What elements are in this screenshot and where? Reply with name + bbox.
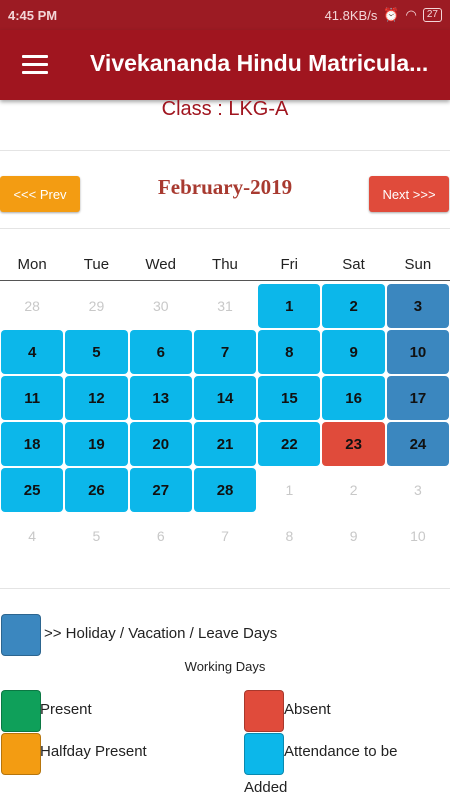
calendar-day-pending[interactable]: 8 <box>258 330 321 374</box>
calendar-day-other-month: 31 <box>217 298 233 314</box>
weekday-header: Mon Tue Wed Thu Fri Sat Sun <box>0 256 450 281</box>
calendar-day-pending[interactable]: 21 <box>193 422 257 466</box>
divider <box>0 588 450 589</box>
calendar-day-other-month: 2 <box>349 482 358 498</box>
calendar-day-pending[interactable]: 15 <box>258 376 321 420</box>
calendar-day-other-month: 1 <box>285 482 294 498</box>
battery-icon: 27 <box>422 8 442 22</box>
calendar-day-other-month: 29 <box>88 298 105 314</box>
calendar-grid: 28 29 30 31 1 2 3 4 5 6 7 8 9 10 11 12 13 14 15 16 17 18 19 20 2… <box>0 284 450 558</box>
present-legend-label: Present <box>40 701 92 718</box>
calendar-day-other-month: 30 <box>152 298 169 314</box>
calendar-day-pending[interactable]: 9 <box>322 330 385 374</box>
calendar-day-pending[interactable]: 14 <box>193 376 257 420</box>
pending-legend-label-line2: Added <box>244 779 288 796</box>
class-label: Class : LKG-A <box>161 98 289 120</box>
alarm-icon: ⏰ <box>383 7 400 22</box>
divider <box>0 150 450 151</box>
holiday-color-swatch <box>1 614 41 656</box>
pending-legend-label-line1: Attendance to be <box>284 743 398 760</box>
weekday-tue: Tue <box>83 256 110 273</box>
calendar-day-holiday[interactable]: 3 <box>386 284 450 328</box>
calendar-day-pending[interactable]: 5 <box>65 330 128 374</box>
calendar-day-holiday[interactable]: 24 <box>386 422 450 466</box>
calendar-day-pending[interactable]: 7 <box>193 330 257 374</box>
calendar-day-pending[interactable]: 27 <box>129 468 192 512</box>
status-bar: 4:45 PM 41.8KB/s ⏰ ◠ 27 <box>0 0 450 30</box>
calendar-day-other-month: 7 <box>221 528 229 544</box>
calendar-day-pending[interactable]: 12 <box>65 376 128 420</box>
present-color-swatch <box>1 690 41 732</box>
halfday-legend-label: Halfday Present <box>40 743 147 760</box>
working-days-title: Working Days <box>184 659 266 674</box>
calendar-day-holiday[interactable]: 10 <box>386 330 450 374</box>
calendar-day-pending[interactable]: 4 <box>1 330 64 374</box>
calendar-day-pending[interactable]: 22 <box>258 422 321 466</box>
halfday-color-swatch <box>1 733 41 775</box>
calendar-day-pending[interactable]: 6 <box>129 330 192 374</box>
calendar-day-pending[interactable]: 18 <box>1 422 64 466</box>
calendar-day-other-month: 3 <box>414 482 422 498</box>
calendar-day-pending[interactable]: 1 <box>258 284 321 328</box>
holiday-legend-label: >> Holiday / Vacation / Leave Days <box>44 625 278 642</box>
calendar-day-holiday[interactable]: 17 <box>386 376 450 420</box>
app-bar: Vivekananda Hindu Matricula... <box>0 30 450 100</box>
calendar-day-pending[interactable]: 28 <box>193 468 257 512</box>
wifi-icon: ◠ <box>405 7 417 22</box>
network-speed: 41.8KB/s <box>324 7 378 23</box>
weekday-thu: Thu <box>212 256 238 273</box>
app-title: Vivekananda Hindu Matricula... <box>90 50 429 76</box>
calendar-day-other-month: 9 <box>349 528 358 544</box>
hamburger-menu-icon[interactable] <box>22 55 48 75</box>
calendar-day-pending[interactable]: 13 <box>129 376 192 420</box>
prev-month-button[interactable]: <<< Prev <box>0 176 80 212</box>
weekday-fri: Fri <box>280 256 299 273</box>
calendar-day-other-month: 6 <box>156 528 165 544</box>
status-icons: 41.8KB/s ⏰ ◠ 27 <box>325 7 442 23</box>
weekday-sat: Sat <box>342 256 365 273</box>
calendar-day-other-month: 8 <box>285 528 294 544</box>
calendar-day-pending[interactable]: 16 <box>322 376 385 420</box>
calendar-day-pending[interactable]: 19 <box>65 422 128 466</box>
calendar-day-absent[interactable]: 23 <box>322 422 385 466</box>
calendar-day-pending[interactable]: 2 <box>322 284 385 328</box>
calendar-day-other-month: 4 <box>28 528 37 544</box>
status-time: 4:45 PM <box>8 8 58 23</box>
calendar-day-other-month: 5 <box>92 528 101 544</box>
calendar-day-pending[interactable]: 25 <box>1 468 64 512</box>
divider <box>0 228 450 229</box>
calendar-day-pending[interactable]: 11 <box>1 376 64 420</box>
weekday-wed: Wed <box>145 256 176 273</box>
calendar-day-other-month: 10 <box>410 528 426 544</box>
calendar-day-pending[interactable]: 26 <box>65 468 128 512</box>
month-title: February-2019 <box>157 175 293 199</box>
calendar-day-pending[interactable]: 20 <box>129 422 192 466</box>
pending-color-swatch <box>244 733 284 775</box>
absent-legend-label: Absent <box>284 701 331 718</box>
calendar-day-other-month: 28 <box>24 298 40 314</box>
weekday-sun: Sun <box>404 256 432 273</box>
absent-color-swatch <box>244 690 284 732</box>
weekday-mon: Mon <box>17 256 47 273</box>
next-month-button[interactable]: Next >>> <box>369 176 449 212</box>
